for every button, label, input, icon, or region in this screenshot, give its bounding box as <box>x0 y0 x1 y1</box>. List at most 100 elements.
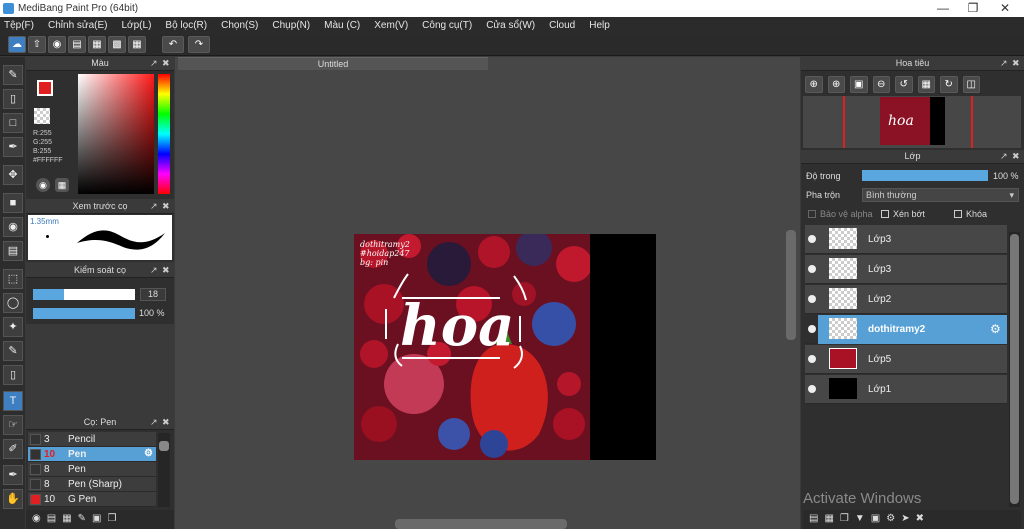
menu-file[interactable]: Tệp(F) <box>4 20 34 31</box>
layer-settings-icon[interactable]: ⚙ <box>886 513 895 526</box>
copy-icon[interactable]: ❐ <box>107 513 116 526</box>
horizontal-scrollbar[interactable] <box>395 519 567 529</box>
brush-size-slider[interactable] <box>33 289 135 300</box>
popout-icon[interactable]: ↗ <box>1000 58 1008 69</box>
menu-select[interactable]: Chọn(S) <box>221 20 258 31</box>
move-tool-icon[interactable]: ✥ <box>3 165 23 185</box>
menu-help[interactable]: Help <box>589 20 610 31</box>
new-page-icon[interactable]: ▦ <box>824 513 833 526</box>
popout-icon[interactable]: ↗ <box>150 417 158 428</box>
brush-tool-icon[interactable]: ✎ <box>3 65 23 85</box>
layer-row[interactable]: Lớp2 <box>805 285 1007 314</box>
dropper-tool-icon[interactable]: ✐ <box>3 439 23 459</box>
popout-icon[interactable]: ↗ <box>150 265 158 276</box>
canvas[interactable]: dothitramy2 #hoidap247 bg: pin hoa <box>354 234 656 460</box>
brush-item[interactable]: 8 Pen <box>28 462 156 477</box>
select-eraser-icon[interactable]: ▯ <box>3 365 23 385</box>
gear-icon[interactable]: ⚙ <box>990 322 1001 336</box>
grid-icon[interactable]: ▩ <box>108 36 126 53</box>
redo-icon[interactable]: ↷ <box>188 36 210 53</box>
menu-color[interactable]: Màu (C) <box>324 20 360 31</box>
flip-icon[interactable]: ◫ <box>962 76 980 93</box>
tiles-icon[interactable]: ▦ <box>128 36 146 53</box>
layer-opacity-slider[interactable] <box>862 170 988 181</box>
brush-menu-icon[interactable]: ▦ <box>62 513 71 526</box>
merge-icon[interactable]: ▼ <box>855 513 865 526</box>
arrow-icon[interactable]: ➤ <box>901 513 909 526</box>
brush-item[interactable]: 10 G Pen <box>28 492 156 507</box>
layer-row[interactable]: Lớp5 <box>805 345 1007 374</box>
fill-rect-tool-icon[interactable]: ■ <box>3 193 23 213</box>
fit-icon[interactable]: ▣ <box>850 76 868 93</box>
menu-view[interactable]: Xem(V) <box>374 20 408 31</box>
copy-layer-icon[interactable]: ❐ <box>840 513 849 526</box>
layer-row[interactable]: Lớp1 <box>805 375 1007 404</box>
minimize-icon[interactable]: — <box>928 1 958 15</box>
undo-icon[interactable]: ↶ <box>162 36 184 53</box>
brush-item[interactable]: 10 Pen ⚙ <box>28 447 156 462</box>
text-tool-icon[interactable]: T <box>3 391 23 411</box>
rectangle-tool-icon[interactable]: □ <box>3 113 23 133</box>
gear-icon[interactable]: ⚙ <box>144 448 153 459</box>
trash-icon[interactable]: ✖ <box>916 513 924 526</box>
protect-alpha-checkbox[interactable] <box>808 210 816 218</box>
menu-cloud[interactable]: Cloud <box>549 20 575 31</box>
page-icon[interactable]: ▦ <box>88 36 106 53</box>
comment-icon[interactable]: ◉ <box>48 36 66 53</box>
layer-row[interactable]: Lớp3 <box>805 225 1007 254</box>
select-pen-icon[interactable]: ✎ <box>3 341 23 361</box>
visibility-icon[interactable] <box>808 355 816 363</box>
bucket-tool-icon[interactable]: ◉ <box>3 217 23 237</box>
transparent-swatch[interactable] <box>34 108 50 124</box>
layer-row-selected[interactable]: dothitramy2 ⚙ <box>805 315 1007 344</box>
lasso-icon[interactable]: ◯ <box>3 293 23 313</box>
cloud-icon[interactable]: ☁ <box>8 36 26 53</box>
close-icon[interactable]: ✕ <box>990 1 1020 15</box>
vertical-scrollbar[interactable] <box>786 230 796 340</box>
rotate-left-icon[interactable]: ↺ <box>895 76 913 93</box>
document-icon[interactable]: ▤ <box>68 36 86 53</box>
document-tab[interactable]: Untitled <box>178 57 488 70</box>
actual-size-icon[interactable]: ▦ <box>917 76 935 93</box>
menu-edit[interactable]: Chỉnh sửa(E) <box>48 20 108 31</box>
close-panel-icon[interactable]: ✖ <box>1012 151 1020 162</box>
select-rect-icon[interactable]: ⬚ <box>3 269 23 289</box>
close-panel-icon[interactable]: ✖ <box>1012 58 1020 69</box>
visibility-icon[interactable] <box>808 235 816 243</box>
blend-mode-select[interactable]: Bình thường ▾ <box>862 188 1019 202</box>
lock-checkbox[interactable] <box>954 210 962 218</box>
close-panel-icon[interactable]: ✖ <box>162 58 170 69</box>
popout-icon[interactable]: ↗ <box>150 58 158 69</box>
layer-row[interactable]: Lớp3 <box>805 255 1007 284</box>
brush-item[interactable]: 3 Pencil <box>28 432 156 447</box>
navigator-view[interactable]: hoa <box>803 96 1021 148</box>
rotate-right-icon[interactable]: ↻ <box>940 76 958 93</box>
menu-layer[interactable]: Lớp(L) <box>122 20 152 31</box>
brush-list-scrollbar[interactable] <box>158 433 170 507</box>
close-panel-icon[interactable]: ✖ <box>162 201 170 212</box>
zoom-in-icon[interactable]: ⊕ <box>805 76 823 93</box>
operation-tool-icon[interactable]: ☞ <box>3 415 23 435</box>
visibility-icon[interactable] <box>808 265 816 273</box>
pen-tool-icon[interactable]: ✒ <box>3 137 23 157</box>
zoom-out-icon[interactable]: ⊖ <box>872 76 890 93</box>
gradient-tool-icon[interactable]: ▤ <box>3 241 23 261</box>
new-layer-icon[interactable]: ▤ <box>809 513 818 526</box>
clipping-checkbox[interactable] <box>881 210 889 218</box>
brush-size-value[interactable]: 18 <box>140 288 166 301</box>
brush-opacity-slider[interactable] <box>33 308 135 319</box>
foreground-color-swatch[interactable] <box>37 80 53 96</box>
magic-wand-icon[interactable]: ✦ <box>3 317 23 337</box>
edit-brush-icon[interactable]: ✎ <box>78 513 86 526</box>
close-panel-icon[interactable]: ✖ <box>162 417 170 428</box>
brush-item[interactable]: 8 Pen (Sharp) <box>28 477 156 492</box>
menu-filter[interactable]: Bộ lọc(R) <box>165 20 207 31</box>
layer-scrollbar[interactable] <box>1009 232 1020 507</box>
menu-snap[interactable]: Chụp(N) <box>272 20 310 31</box>
add-brush-icon[interactable]: ◉ <box>32 513 41 526</box>
folder-icon[interactable]: ▣ <box>92 513 101 526</box>
new-page-icon[interactable]: ▤ <box>47 513 56 526</box>
close-panel-icon[interactable]: ✖ <box>162 265 170 276</box>
saturation-picker[interactable] <box>78 74 154 194</box>
visibility-icon[interactable] <box>808 385 816 393</box>
